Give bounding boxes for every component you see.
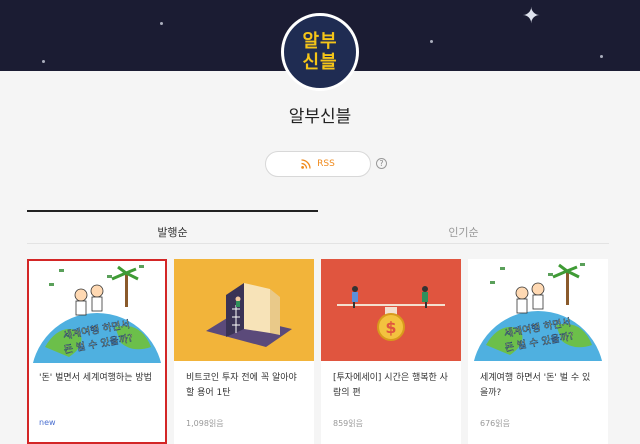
read-count: 1,098읽음 bbox=[186, 419, 224, 428]
post-thumbnail-globe: 세계여행 하면서 돈 벌 수 있을까? bbox=[468, 259, 608, 361]
post-thumbnail-globe: 세계여행 하면서 돈 벌 수 있을까? bbox=[29, 261, 165, 363]
star-dot bbox=[600, 55, 603, 58]
tab-latest[interactable]: 발행순 bbox=[27, 210, 318, 244]
post-title[interactable]: [투자에세이] 시간은 행복한 사람의 편 bbox=[333, 371, 451, 401]
post-card[interactable]: $ [투자에세이] 시간은 행복한 사람의 편 859읽음 bbox=[321, 259, 461, 444]
tab-popular[interactable]: 인기순 bbox=[318, 210, 609, 244]
svg-text:$: $ bbox=[385, 318, 396, 337]
logo-line-2: 신블 bbox=[302, 52, 338, 73]
new-badge: new bbox=[39, 418, 56, 427]
logo-line-1: 알부 bbox=[302, 31, 338, 52]
post-title[interactable]: 비트코인 투자 전에 꼭 알아야 할 용어 1탄 bbox=[186, 371, 304, 401]
rss-label: RSS bbox=[317, 159, 335, 169]
rss-button[interactable]: RSS bbox=[265, 151, 371, 177]
blog-title: 알부신블 bbox=[288, 107, 352, 127]
read-count: 859읽음 bbox=[333, 419, 363, 428]
post-card[interactable]: 세계여행 하면서 돈 벌 수 있을까? 세계여행 하면서 '돈' 벌 수 있을까… bbox=[468, 259, 608, 444]
post-thumbnail-balance: $ bbox=[321, 259, 461, 361]
sort-tabs: 발행순 인기순 bbox=[27, 210, 609, 244]
rss-icon bbox=[301, 159, 311, 169]
post-card[interactable]: 비트코인 투자 전에 꼭 알아야 할 용어 1탄 1,098읽음 bbox=[174, 259, 314, 444]
star-dot bbox=[160, 22, 163, 25]
read-count: 676읽음 bbox=[480, 419, 510, 428]
post-title[interactable]: 세계여행 하면서 '돈' 벌 수 있을까? bbox=[480, 371, 598, 401]
post-thumbnail-bitcoin bbox=[174, 259, 314, 361]
post-title[interactable]: '돈' 벌면서 세계여행하는 방법 bbox=[39, 371, 157, 386]
post-card[interactable]: 세계여행 하면서 돈 벌 수 있을까? '돈' 벌면서 세계여행하는 방법 ne… bbox=[27, 259, 167, 444]
sparkle-icon: ✦ bbox=[522, 4, 541, 29]
star-dot bbox=[430, 40, 433, 43]
help-icon[interactable]: ? bbox=[376, 158, 387, 169]
blog-profile-logo[interactable]: 알부 신블 bbox=[281, 13, 359, 91]
star-dot bbox=[42, 60, 45, 63]
